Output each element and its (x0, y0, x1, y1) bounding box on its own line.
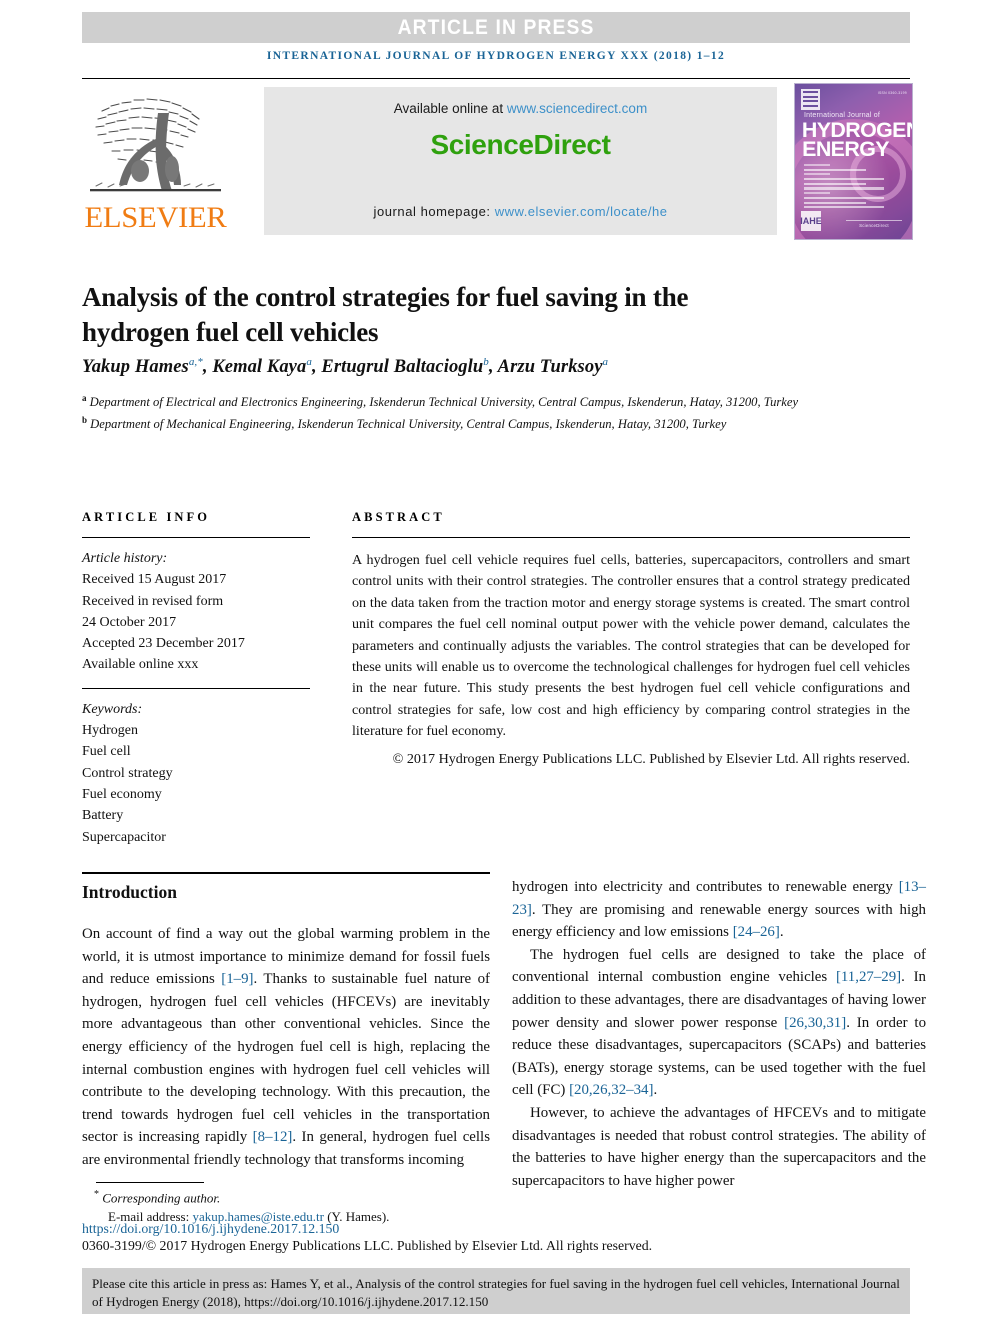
corresponding-author-label: Corresponding author. (102, 1190, 221, 1206)
paragraph-text-part: . Thanks to sustainable fuel nature of h… (82, 971, 490, 1146)
introduction-heading: Introduction (82, 882, 177, 902)
cover-iahe-hexagon-icon: IAHE (800, 211, 822, 231)
article-history-item: Received 15 August 2017 (82, 572, 227, 588)
article-history-block: Article history: Received 15 August 2017… (82, 548, 310, 676)
affiliation-item: b Department of Mechanical Engineering, … (82, 412, 822, 434)
body-column-right: hydrogen into electricity and contribute… (512, 876, 926, 1192)
body-paragraph: The hydrogen fuel cells are designed to … (512, 944, 926, 1102)
journal-cover-thumbnail: ISSN 0360-3199 International Journal of … (794, 83, 913, 240)
article-info-heading: ARTICLE INFO (82, 510, 211, 524)
article-history-item: 24 October 2017 (82, 614, 177, 630)
keyword-item: Fuel economy (82, 786, 162, 802)
abstract-section: ABSTRACT A hydrogen fuel cell vehicle re… (352, 510, 910, 770)
elsevier-tree-icon (90, 98, 221, 192)
affiliation-mark: a (82, 393, 87, 403)
page-title: Analysis of the control strategies for f… (82, 282, 689, 348)
sciencedirect-url-link[interactable]: www.sciencedirect.com (507, 101, 647, 116)
sciencedirect-box: Available online at www.sciencedirect.co… (264, 87, 777, 235)
available-online-prefix: Available online at (393, 101, 507, 116)
citation-reference[interactable]: [1–9] (221, 971, 253, 987)
body-paragraph: On account of find a way out the global … (82, 923, 490, 1172)
keyword-item: Hydrogen (82, 723, 138, 739)
issn-copyright-line: 0360-3199/© 2017 Hydrogen Energy Publica… (82, 1238, 653, 1253)
available-online-line: Available online at www.sciencedirect.co… (394, 101, 647, 116)
affiliation-list: a Department of Electrical and Electroni… (82, 390, 822, 433)
article-in-press-label: ARTICLE IN PRESS (397, 15, 595, 39)
paragraph-text-part: . (653, 1082, 658, 1099)
cover-title-line2: ENERGY (802, 138, 889, 161)
author-affil-mark: a,* (188, 356, 203, 368)
journal-homepage-link[interactable]: www.elsevier.com/locate/he (495, 204, 668, 219)
keyword-item: Fuel cell (82, 744, 131, 760)
affiliation-item: a Department of Electrical and Electroni… (82, 390, 822, 412)
doi-link[interactable]: https://doi.org/10.1016/j.ijhydene.2017.… (82, 1221, 339, 1237)
asterisk-icon: * (94, 1189, 99, 1200)
cite-this-article-box: Please cite this article in press as: Ha… (82, 1268, 910, 1314)
affiliation-text: Department of Mechanical Engineering, Is… (90, 416, 727, 431)
article-in-press-banner: ARTICLE IN PRESS (82, 12, 910, 43)
keywords-block: Keywords: Hydrogen Fuel cell Control str… (82, 699, 310, 848)
author-name: Ertugrul Baltacioglu (321, 357, 484, 378)
cover-footer-brand: ScienceDirect (846, 219, 902, 228)
article-history-label: Article history: (82, 551, 168, 566)
journal-homepage-line: journal homepage: www.elsevier.com/locat… (374, 204, 668, 219)
cover-footer-brand-label: ScienceDirect (859, 223, 889, 228)
keywords-label: Keywords: (82, 701, 143, 717)
sciencedirect-wordmark: ScienceDirect (430, 129, 611, 160)
cover-logo-badge (801, 89, 820, 110)
paragraph-text-part: . (779, 924, 784, 941)
cover-editor-text-block (804, 164, 904, 211)
author-name: Yakup Hames (82, 357, 189, 378)
keywords-divider (82, 687, 310, 689)
keyword-item: Control strategy (82, 765, 173, 781)
abstract-divider (352, 537, 910, 538)
article-history-item: Available online xxx (82, 657, 199, 673)
journal-homepage-label: journal homepage: (373, 204, 495, 219)
paper-page: ARTICLE IN PRESS INTERNATIONAL JOURNAL O… (0, 0, 992, 1323)
keyword-item: Battery (82, 808, 124, 824)
abstract-copyright: © 2017 Hydrogen Energy Publications LLC.… (392, 750, 910, 767)
body-column-left: Introduction On account of find a way ou… (82, 882, 490, 1172)
citation-reference[interactable]: [26,30,31] (784, 1015, 846, 1031)
citation-reference[interactable]: [20,26,32–34] (569, 1082, 653, 1098)
author-name: Arzu Turksoy (497, 357, 603, 378)
citation-reference[interactable]: [24–26] (733, 924, 780, 940)
elsevier-logo: ELSEVIER (84, 85, 227, 237)
footnote-divider (96, 1182, 204, 1183)
body-top-divider (82, 872, 490, 874)
cover-subtitle: International Journal of (804, 112, 881, 119)
elsevier-wordmark: ELSEVIER (84, 201, 227, 234)
abstract-text: A hydrogen fuel cell vehicle requires fu… (352, 552, 910, 740)
article-info-divider (82, 537, 310, 538)
article-history-item: Accepted 23 December 2017 (82, 636, 245, 652)
paragraph-text-part: . They are promising and renewable energ… (512, 901, 926, 941)
author-list: Yakup Hamesa,*, Kemal Kayaa, Ertugrul Ba… (82, 356, 609, 378)
citation-reference[interactable]: [8–12] (253, 1129, 293, 1145)
body-paragraph: However, to achieve the advantages of HF… (512, 1104, 926, 1189)
keyword-item: Supercapacitor (82, 829, 166, 845)
affiliation-mark: b (82, 414, 88, 425)
journal-running-head: INTERNATIONAL JOURNAL OF HYDROGEN ENERGY… (266, 50, 726, 62)
corresponding-author-note: * Corresponding author. (94, 1186, 574, 1208)
author-affil-mark: a (306, 356, 312, 368)
body-paragraph: hydrogen into electricity and contribute… (512, 876, 926, 944)
cite-this-article-text: Please cite this article in press as: Ha… (92, 1276, 900, 1309)
citation-reference[interactable]: [11,27–29] (836, 969, 901, 985)
paragraph-text-part: hydrogen into electricity and contribute… (512, 879, 899, 895)
article-history-item: Received in revised form (82, 593, 224, 609)
affiliation-text: Department of Electrical and Electronics… (89, 395, 799, 410)
author-affil-mark: a (602, 356, 609, 368)
author-affil-mark: b (483, 356, 489, 368)
journal-masthead: ELSEVIER Available online at www.science… (82, 78, 913, 241)
article-info-section: ARTICLE INFO Article history: Received 1… (82, 510, 310, 848)
abstract-heading: ABSTRACT (352, 510, 445, 524)
cover-issn-text: ISSN 0360-3199 (877, 91, 907, 95)
author-name: Kemal Kaya (212, 357, 307, 378)
